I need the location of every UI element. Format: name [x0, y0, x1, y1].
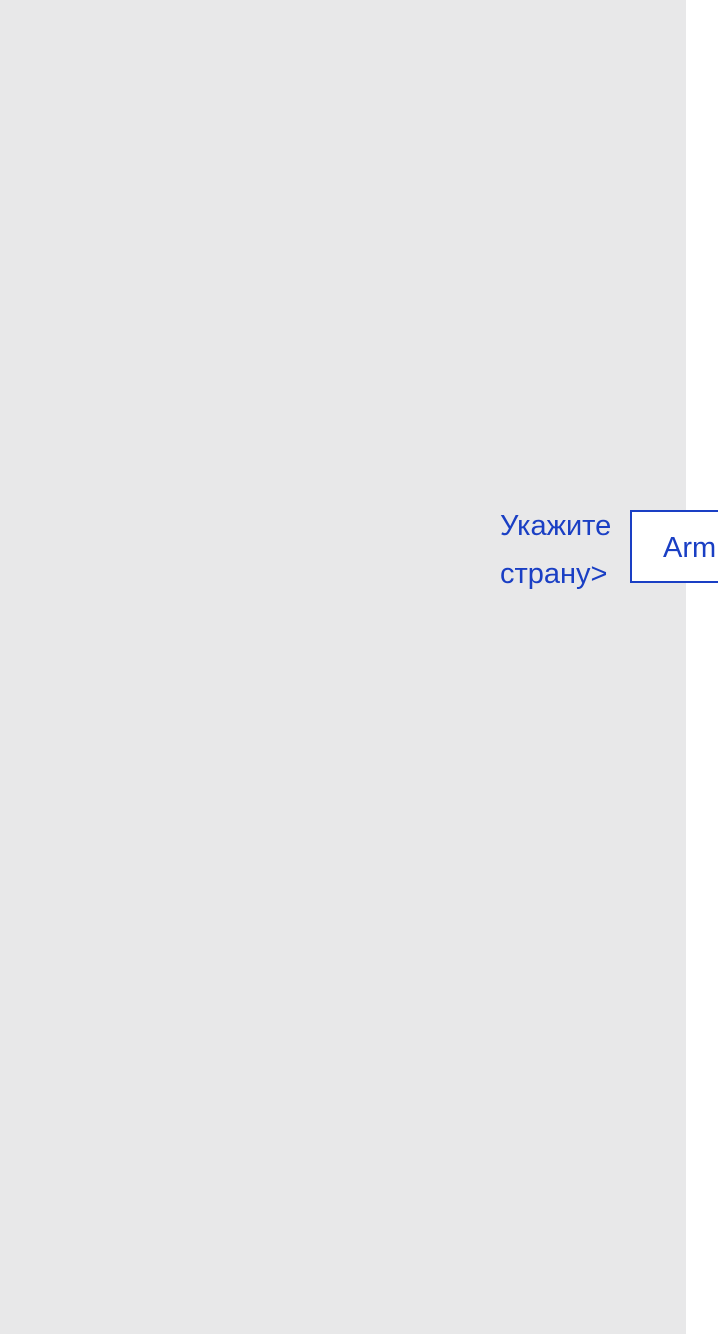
gray-panel — [0, 0, 686, 1334]
country-prompt-line-2: страну> — [500, 558, 608, 590]
country-prompt-label: Укажите страну> — [500, 502, 630, 598]
page: Укажите страну> Arm — [0, 0, 718, 1334]
country-select-value: Arm — [663, 532, 717, 564]
country-prompt-line-1: Укажите — [500, 510, 612, 542]
country-select[interactable]: Arm — [630, 510, 718, 583]
